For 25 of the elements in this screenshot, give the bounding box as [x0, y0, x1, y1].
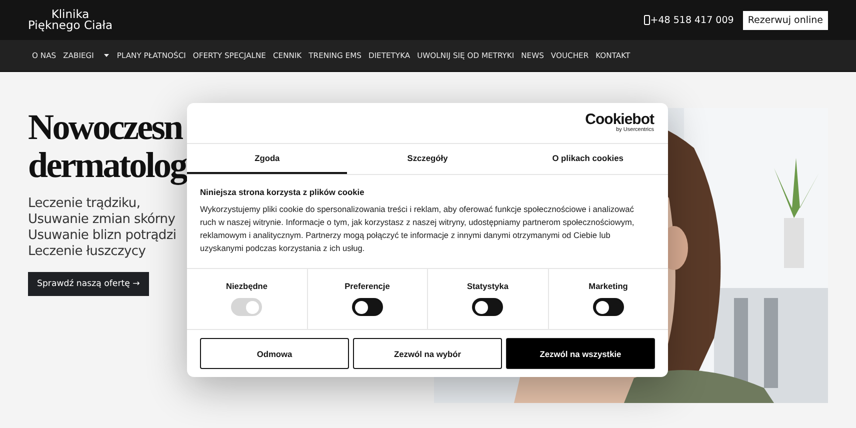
hero-services: Leczenie trądziku, Usuwanie zmian skórny Usuwanie blizn potrądzi Leczenie łuszczycy: [28, 196, 178, 260]
toggle-switch[interactable]: [592, 298, 624, 316]
book-online-button[interactable]: Rezerwuj online: [742, 10, 828, 30]
toggle-label: Preferencje: [344, 281, 390, 291]
hero-heading: dermatolog: [28, 146, 186, 184]
toggle-label: Statystyka: [466, 281, 508, 291]
site-logo[interactable]: Klinika Pięknego Ciała: [28, 9, 113, 31]
caret-icon[interactable]: [102, 53, 110, 58]
dialog-title: Niniejsza strona korzysta z plików cookie: [200, 187, 366, 197]
dialog-tab[interactable]: Zgoda: [187, 144, 348, 174]
consent-button[interactable]: Odmowa: [200, 338, 349, 369]
offer-button[interactable]: Sprawdź naszą ofertę →: [28, 272, 149, 296]
toggle-label: Marketing: [588, 281, 628, 291]
dialog-text: Wykorzystujemy pliki cookie do spersonalizowania treści i reklam, aby oferować funkcje społecznościowe i analizować ruch w naszej witrynie. Informacje o tym, jak korzystasz z naszej witryny, udostępniamy partnerom społecznościowym, reklamowym i analitycznym. Partnerzy mogą połączyć te informacje z innymi danymi otrzymanymi od Ciebie lub uzyskanymi podczas korzystania z ich usług.: [200, 203, 636, 255]
consent-button[interactable]: Zezwól na wybór: [353, 338, 502, 369]
cookiebot-logo: Cookiebot: [585, 112, 654, 127]
toggle-switch[interactable]: [352, 298, 383, 316]
toggle-switch[interactable]: [472, 298, 504, 316]
consent-button[interactable]: Zezwól na wszystkie: [506, 338, 655, 369]
phone-number[interactable]: +48 518 417 009: [650, 14, 734, 26]
dialog-tab[interactable]: Szczegóły: [347, 144, 508, 174]
dialog-tab[interactable]: O plikach cookies: [508, 144, 668, 174]
phone-icon: [644, 15, 650, 25]
hero-heading: Nowoczesn: [28, 108, 184, 146]
toggle-label: Niezbędne: [226, 281, 268, 291]
